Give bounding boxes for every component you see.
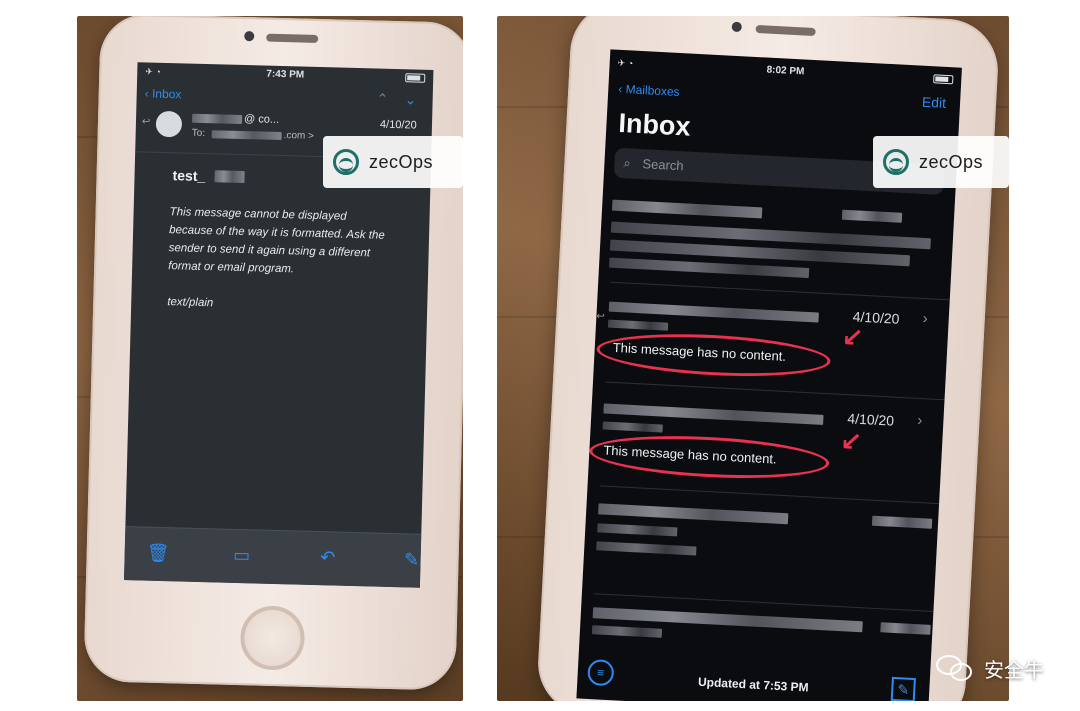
previous-message-button[interactable]: ⌃ — [376, 90, 388, 107]
list-item[interactable] — [582, 489, 939, 607]
redacted-text — [611, 199, 763, 219]
list-item[interactable] — [579, 597, 933, 665]
chevron-left-icon: ‹ — [617, 81, 623, 96]
wechat-watermark: 安全牛 — [936, 654, 1044, 683]
front-camera — [731, 21, 743, 33]
red-arrow-annotation: ↙ — [840, 321, 865, 353]
message-subject: test_ — [172, 167, 206, 185]
home-button[interactable] — [239, 605, 306, 671]
back-label: Inbox — [151, 86, 182, 102]
zecops-watermark-left: zecOps — [323, 136, 463, 188]
status-time: 7:43 PM — [266, 68, 305, 81]
signal-icon: ✈ ◔ — [145, 66, 161, 77]
content-type-label: text/plain — [167, 296, 214, 310]
message-toolbar: 🗑 ▭ ↶ ✎ — [123, 526, 423, 588]
list-item[interactable]: ↩ 4/10/20 › This message has no content.… — [593, 285, 949, 397]
next-message-button[interactable]: ⌄ — [404, 91, 416, 108]
redacted-text — [841, 209, 903, 223]
redacted-text — [871, 515, 933, 529]
signal-icon: ✈ ◔ — [617, 57, 634, 69]
zecops-brand: zecOps — [919, 151, 984, 172]
zecops-logo-icon — [333, 149, 359, 175]
list-item[interactable]: 4/10/20 › This message has no content. ↙ — [588, 385, 945, 499]
reply-indicator-icon: ↩ — [141, 116, 151, 128]
redacted-sender — [191, 113, 243, 124]
search-icon: ⌕ — [623, 155, 632, 171]
back-to-inbox-link[interactable]: ‹ Inbox — [145, 86, 182, 101]
edit-button[interactable]: Edit — [922, 94, 947, 111]
redacted-recipient — [211, 130, 282, 141]
redacted-subject — [214, 170, 245, 184]
message-body: This message cannot be displayed because… — [167, 203, 430, 318]
earpiece — [755, 24, 816, 37]
page-title: Inbox — [617, 107, 692, 142]
red-arrow-annotation: ↙ — [839, 425, 863, 458]
redacted-text — [880, 622, 931, 635]
back-to-mailboxes-link[interactable]: ‹ Mailboxes — [618, 82, 680, 99]
compose-icon[interactable]: ✎ — [400, 548, 423, 571]
updated-status: Updated at 7:53 PM — [697, 674, 809, 695]
folder-icon[interactable]: ▭ — [230, 544, 253, 567]
compose-icon[interactable]: ✎ — [890, 676, 916, 701]
redacted-text — [598, 503, 789, 525]
back-label: Mailboxes — [625, 82, 681, 99]
redacted-subject — [607, 319, 669, 331]
redacted-text — [608, 257, 810, 279]
status-time: 8:02 PM — [766, 64, 805, 78]
earpiece — [266, 33, 319, 43]
left-photo: ✈ ◔ 7:43 PM ‹ Inbox ⌃ ⌄ ↩ @ co... To: .c… — [77, 16, 463, 701]
chevron-right-icon: › — [922, 310, 929, 328]
reply-icon[interactable]: ↶ — [316, 546, 339, 569]
list-item[interactable] — [598, 189, 954, 295]
front-camera — [244, 31, 255, 42]
phone-right: ✈ ◔ 8:02 PM ‹ Mailboxes Edit Inbox ⌕ Sea… — [535, 16, 1001, 701]
zecops-brand: zecOps — [369, 151, 434, 172]
battery-icon — [405, 73, 426, 83]
message-date: 4/10/20 — [379, 118, 417, 132]
avatar — [155, 110, 183, 138]
redacted-sender — [608, 301, 819, 323]
right-photo: ✈ ◔ 8:02 PM ‹ Mailboxes Edit Inbox ⌕ Sea… — [497, 16, 1009, 701]
search-placeholder: Search — [642, 156, 685, 174]
reply-indicator-icon: ↩ — [596, 310, 606, 323]
wechat-icon — [936, 654, 976, 683]
chevron-right-icon: › — [916, 411, 923, 430]
sender-address[interactable]: @ co... — [244, 113, 279, 126]
trash-icon[interactable]: 🗑 — [146, 542, 169, 565]
phone-left: ✈ ◔ 7:43 PM ‹ Inbox ⌃ ⌄ ↩ @ co... To: .c… — [83, 16, 463, 691]
zecops-watermark-right: zecOps — [873, 136, 1009, 188]
redacted-text — [596, 541, 697, 556]
redacted-text — [591, 625, 663, 638]
redacted-sender — [603, 403, 824, 425]
recipient-domain[interactable]: .com > — [284, 130, 315, 142]
chevron-left-icon: ‹ — [144, 86, 149, 101]
status-bar: ✈ ◔ 7:43 PM — [137, 62, 433, 88]
zecops-logo-icon — [883, 149, 909, 175]
battery-icon — [933, 74, 954, 85]
wechat-account-name: 安全牛 — [984, 660, 1044, 682]
to-label: To: — [191, 127, 206, 140]
redacted-text — [597, 523, 678, 537]
redacted-subject — [602, 421, 663, 433]
